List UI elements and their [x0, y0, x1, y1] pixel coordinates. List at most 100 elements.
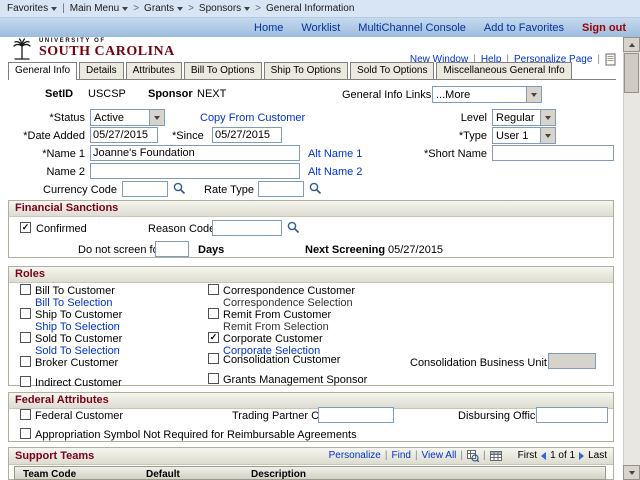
type-label: *Type — [458, 130, 487, 142]
federal-attributes-title: Federal Attributes — [9, 393, 613, 409]
rate-type-lookup-icon[interactable] — [309, 182, 322, 195]
screen-days-input[interactable] — [155, 241, 189, 257]
consolidation-customer-checkbox[interactable] — [208, 353, 219, 364]
copy-from-customer-link[interactable]: Copy From Customer — [200, 112, 305, 124]
dropdown-button[interactable] — [540, 128, 555, 143]
separator: | — [384, 450, 388, 461]
dropdown-button[interactable] — [526, 87, 541, 102]
chevron-down-icon — [545, 115, 551, 120]
trading-partner-code-input[interactable] — [318, 407, 394, 423]
col-description[interactable]: Description — [251, 469, 306, 480]
corporate-customer-checkbox[interactable] — [208, 332, 219, 343]
sold-to-selection-link[interactable]: Sold To Selection — [35, 345, 120, 357]
tab-sold-to-options[interactable]: Sold To Options — [350, 62, 435, 79]
bill-to-selection-link[interactable]: Bill To Selection — [35, 297, 112, 309]
download-grid-icon[interactable] — [489, 450, 502, 462]
remit-from-customer-label: Remit From Customer — [223, 309, 332, 321]
name-1-input[interactable] — [90, 145, 300, 161]
remit-from-customer-checkbox[interactable] — [208, 308, 219, 319]
breadcrumb-label: Main Menu — [69, 3, 120, 14]
grants-management-sponsor-label: Grants Management Sponsor — [223, 374, 368, 386]
vertical-scrollbar[interactable] — [623, 37, 640, 480]
appropriation-symbol-checkbox[interactable] — [20, 428, 31, 439]
selected-value: Active — [94, 111, 124, 124]
chevron-down-icon — [545, 133, 551, 138]
bill-to-customer-checkbox[interactable] — [20, 284, 31, 295]
last-link[interactable]: Last — [588, 449, 607, 463]
first-link[interactable]: First — [518, 449, 537, 463]
confirmed-label: Confirmed — [36, 223, 87, 235]
federal-customer-checkbox[interactable] — [20, 409, 31, 420]
short-name-input[interactable] — [492, 145, 614, 161]
tab-bill-to-options[interactable]: Bill To Options — [183, 62, 262, 79]
tab-ship-to-options[interactable]: Ship To Options — [263, 62, 349, 79]
arrow-up-icon — [628, 42, 635, 47]
level-label: Level — [460, 112, 487, 124]
breadcrumb-label: Favorites — [7, 3, 49, 14]
breadcrumb-separator: > — [133, 3, 140, 14]
name-2-input[interactable] — [90, 163, 300, 179]
ship-to-selection-link[interactable]: Ship To Selection — [35, 321, 120, 333]
type-select[interactable]: User 1 — [492, 127, 556, 144]
view-all-link[interactable]: View All — [422, 449, 457, 463]
currency-code-input[interactable] — [122, 181, 168, 197]
add-to-favorites-link[interactable]: Add to Favorites — [484, 22, 564, 34]
breadcrumb-label: General Information — [266, 3, 355, 14]
rate-type-input[interactable] — [258, 181, 304, 197]
indirect-customer-checkbox[interactable] — [20, 376, 31, 387]
currency-code-label: Currency Code — [43, 184, 117, 196]
col-team-code[interactable]: Team Code — [23, 469, 76, 480]
next-row-icon[interactable] — [579, 452, 585, 460]
since-input[interactable] — [212, 127, 282, 143]
level-select[interactable]: Regular — [492, 109, 556, 126]
status-select[interactable]: Active — [90, 109, 165, 126]
breadcrumb-favorites[interactable]: Favorites — [7, 3, 58, 14]
ship-to-customer-checkbox[interactable] — [20, 308, 31, 319]
date-added-input[interactable] — [90, 127, 158, 143]
multichannel-console-link[interactable]: MultiChannel Console — [358, 22, 466, 34]
chevron-down-icon — [177, 6, 184, 11]
reason-code-lookup-icon[interactable] — [287, 221, 300, 234]
broker-customer-checkbox[interactable] — [20, 356, 31, 367]
dropdown-button[interactable] — [149, 110, 164, 125]
alt-name-2-link[interactable]: Alt Name 2 — [308, 166, 362, 178]
tab-misc-general-info[interactable]: Miscellaneous General Info — [436, 62, 572, 79]
setid-value: USCSP — [88, 88, 126, 100]
personalize-link[interactable]: Personalize — [329, 449, 381, 463]
breadcrumb: Favorites | Main Menu > Grants > Sponsor… — [0, 0, 640, 18]
previous-row-icon[interactable] — [541, 452, 547, 460]
tab-attributes[interactable]: Attributes — [125, 62, 182, 79]
zoom-grid-icon[interactable] — [467, 450, 479, 462]
worklist-link[interactable]: Worklist — [301, 22, 340, 34]
breadcrumb-separator: > — [188, 3, 194, 14]
correspondence-customer-checkbox[interactable] — [208, 284, 219, 295]
date-added-label: *Date Added — [23, 130, 85, 142]
general-info-links-select[interactable]: ...More — [432, 86, 542, 103]
reason-code-input[interactable] — [212, 220, 282, 236]
scroll-up-button[interactable] — [623, 37, 640, 52]
tab-details[interactable]: Details — [79, 62, 124, 79]
disbursing-office-input[interactable] — [536, 407, 608, 423]
sold-to-customer-checkbox[interactable] — [20, 332, 31, 343]
home-link[interactable]: Home — [254, 22, 283, 34]
signout-link[interactable]: Sign out — [582, 22, 626, 34]
alt-name-1-link[interactable]: Alt Name 1 — [308, 148, 362, 160]
correspondence-selection-label: Correspondence Selection — [223, 297, 353, 309]
confirmed-checkbox[interactable] — [20, 222, 31, 233]
scroll-down-button[interactable] — [623, 465, 640, 480]
breadcrumb-general-information: General Information — [266, 3, 354, 14]
currency-lookup-icon[interactable] — [173, 182, 186, 195]
breadcrumb-main-menu[interactable]: Main Menu — [69, 3, 129, 14]
selected-value: Regular — [496, 111, 535, 124]
tab-general-info[interactable]: General Info — [8, 62, 78, 80]
do-not-screen-label: Do not screen for — [78, 244, 163, 256]
sold-to-customer-label: Sold To Customer — [35, 333, 123, 345]
indirect-customer-label: Indirect Customer — [35, 377, 122, 389]
breadcrumb-sponsors[interactable]: Sponsors — [199, 3, 251, 14]
dropdown-button[interactable] — [540, 110, 555, 125]
scrollbar-thumb[interactable] — [624, 53, 639, 93]
col-default[interactable]: Default — [146, 469, 180, 480]
grants-management-sponsor-checkbox[interactable] — [208, 373, 219, 384]
find-link[interactable]: Find — [391, 449, 410, 463]
breadcrumb-grants[interactable]: Grants — [144, 3, 184, 14]
